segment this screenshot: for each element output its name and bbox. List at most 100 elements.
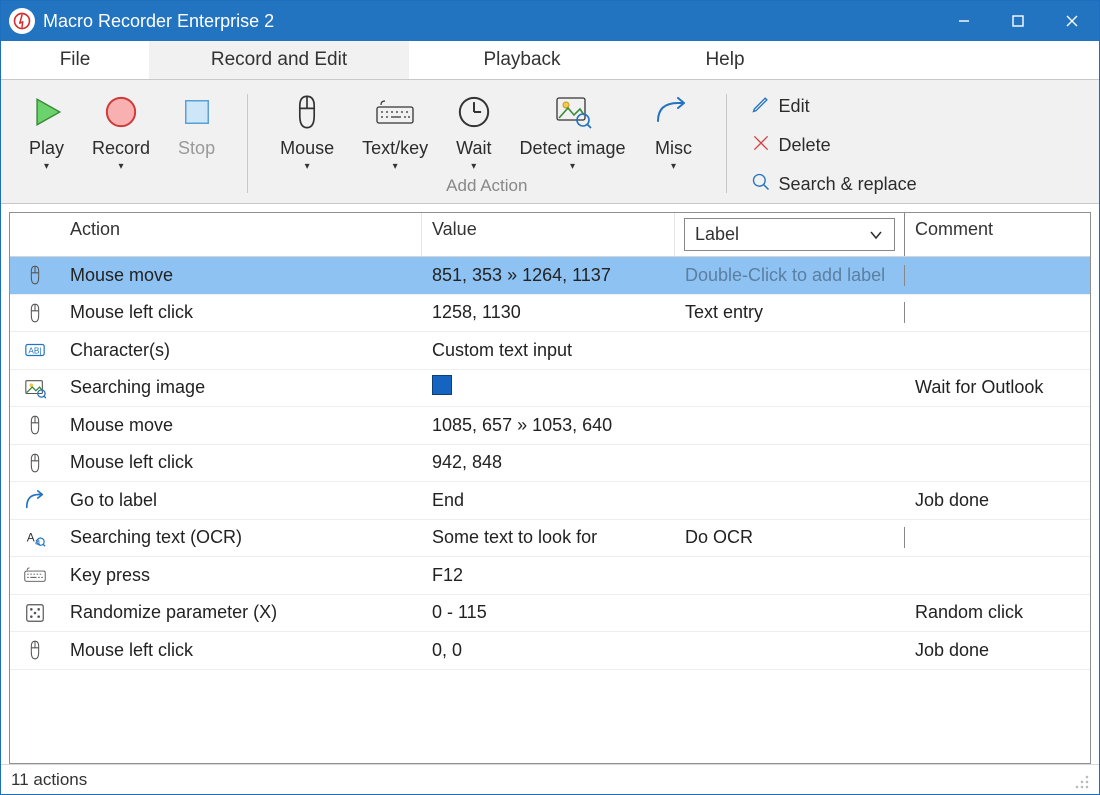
add-detect-image-button[interactable]: Detect image ▾ (505, 90, 639, 172)
menu-playback[interactable]: Playback (409, 41, 635, 79)
table-row[interactable]: Mouse left click0, 0Job done (10, 632, 1090, 670)
resize-grip[interactable] (1071, 771, 1089, 789)
edit-action-button[interactable]: Edit (751, 94, 917, 119)
table-row[interactable]: Mouse left click942, 848 (10, 445, 1090, 483)
play-icon (30, 90, 64, 134)
cell-action: Mouse move (60, 265, 422, 286)
cell-action: Mouse left click (60, 452, 422, 473)
keyboard-icon (375, 90, 415, 134)
statusbar: 11 actions (1, 764, 1099, 794)
record-button[interactable]: Record ▾ (78, 90, 164, 172)
table-row[interactable]: Randomize parameter (X)0 - 115 Random cli… (10, 595, 1090, 633)
column-comment[interactable]: Comment (905, 213, 1090, 256)
column-value[interactable]: Value (422, 213, 675, 256)
cell-value: 942, 848 (422, 452, 675, 473)
add-wait-button[interactable]: Wait ▾ (442, 90, 505, 172)
image-icon (10, 377, 60, 399)
cell-action: Mouse move (60, 415, 422, 436)
menu-help[interactable]: Help (635, 41, 815, 79)
menu-file[interactable]: File (1, 41, 149, 79)
chevron-down-icon: ▾ (119, 161, 124, 172)
mouse-icon (292, 90, 322, 134)
titlebar[interactable]: Macro Recorder Enterprise 2 (1, 1, 1099, 41)
pencil-icon (751, 94, 771, 119)
cell-action: Key press (60, 565, 422, 586)
cell-value: 0 - 115 (422, 602, 675, 623)
cell-label[interactable]: Double-Click to add label (675, 265, 905, 286)
table-row[interactable]: Mouse move1085, 657 » 1053, 640 (10, 407, 1090, 445)
add-textkey-button[interactable]: Text/key ▾ (348, 90, 442, 172)
ribbon-group-label: Add Action (446, 176, 527, 196)
cell-value: 1085, 657 » 1053, 640 (422, 415, 675, 436)
app-title: Macro Recorder Enterprise 2 (43, 11, 937, 32)
cell-action: Go to label (60, 490, 422, 511)
cell-value: Some text to look for (422, 527, 675, 548)
cell-value: 851, 353 » 1264, 1137 (422, 265, 675, 286)
column-label-dropdown[interactable]: Label (675, 213, 905, 256)
chevron-down-icon: ▾ (671, 161, 676, 172)
cell-value: F12 (422, 565, 675, 586)
cell-comment: Random click (905, 602, 1090, 623)
cell-action: Randomize parameter (X) (60, 602, 422, 623)
table-row[interactable]: Key pressF12 (10, 557, 1090, 595)
app-icon (9, 8, 35, 34)
chars-icon (10, 339, 60, 361)
chevron-down-icon: ▾ (393, 161, 398, 172)
detect-image-icon (554, 90, 592, 134)
cell-label[interactable]: Text entry (675, 302, 905, 323)
add-misc-button[interactable]: Misc ▾ (640, 90, 708, 172)
menubar: File Record and Edit Playback Help (1, 41, 1099, 80)
cell-action: Mouse left click (60, 302, 422, 323)
play-button[interactable]: Play ▾ (15, 90, 78, 172)
column-action[interactable]: Action (60, 213, 422, 256)
delete-x-icon (751, 133, 771, 158)
image-thumbnail (432, 375, 452, 395)
status-count: 11 actions (11, 770, 87, 790)
table-row[interactable]: Searching image Wait for Outlook (10, 370, 1090, 408)
maximize-button[interactable] (991, 1, 1045, 41)
ocr-icon (10, 527, 60, 549)
cell-label[interactable]: Do OCR (675, 527, 905, 548)
cell-value: End (422, 490, 675, 511)
cell-value: 1258, 1130 (422, 302, 675, 323)
cell-value: Custom text input (422, 340, 675, 361)
grid-header: Action Value Label Comment (10, 213, 1090, 257)
table-row[interactable]: Mouse left click1258, 1130Text entry (10, 295, 1090, 333)
table-row[interactable]: Searching text (OCR)Some text to look fo… (10, 520, 1090, 558)
actions-grid[interactable]: Action Value Label Comment Mouse move851… (9, 212, 1091, 764)
record-icon (104, 90, 138, 134)
cell-comment: Wait for Outlook (905, 377, 1090, 398)
chevron-down-icon (868, 227, 884, 243)
delete-action-button[interactable]: Delete (751, 133, 917, 158)
misc-arrow-icon (654, 90, 694, 134)
random-icon (10, 602, 60, 624)
stop-button[interactable]: Stop ▾ (164, 90, 229, 172)
menu-record-edit[interactable]: Record and Edit (149, 41, 409, 79)
chevron-down-icon: ▾ (44, 161, 49, 172)
app-window: Macro Recorder Enterprise 2 File Record … (0, 0, 1100, 795)
search-replace-button[interactable]: Search & replace (751, 172, 917, 197)
mouse-icon (10, 452, 60, 474)
mouse-icon (10, 264, 60, 286)
cell-action: Searching text (OCR) (60, 527, 422, 548)
cell-action: Searching image (60, 377, 422, 398)
cell-value: 0, 0 (422, 640, 675, 661)
add-mouse-button[interactable]: Mouse ▾ (266, 90, 348, 172)
mouse-icon (10, 639, 60, 661)
window-controls (937, 1, 1099, 41)
cell-comment: Job done (905, 640, 1090, 661)
table-row[interactable]: Mouse move851, 353 » 1264, 1137Double-Cl… (10, 257, 1090, 295)
mouse-icon (10, 414, 60, 436)
cell-action: Character(s) (60, 340, 422, 361)
chevron-down-icon: ▾ (570, 161, 575, 172)
minimize-button[interactable] (937, 1, 991, 41)
close-button[interactable] (1045, 1, 1099, 41)
clock-icon (457, 90, 491, 134)
table-row[interactable]: Go to labelEnd Job done (10, 482, 1090, 520)
chevron-down-icon: ▾ (471, 161, 476, 172)
cell-comment: Job done (905, 490, 1090, 511)
goto-icon (10, 489, 60, 511)
ribbon: Play ▾ Record ▾ Stop ▾ (1, 80, 1099, 204)
cell-value (422, 375, 675, 400)
table-row[interactable]: Character(s)Custom text input (10, 332, 1090, 370)
